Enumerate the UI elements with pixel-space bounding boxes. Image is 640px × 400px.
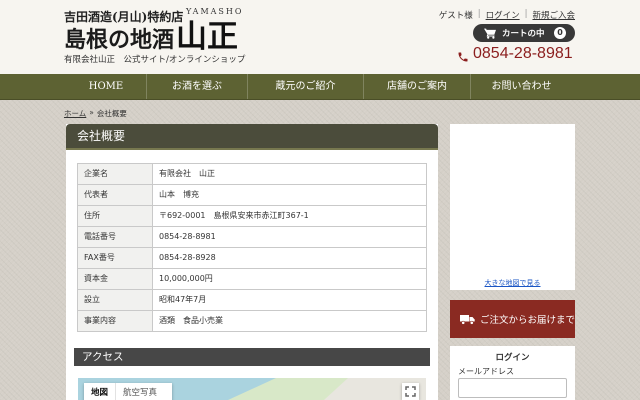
register-link[interactable]: 新規ご入会 (532, 9, 575, 21)
table-row: 事業内容 酒類 食品小売業 (78, 311, 426, 332)
table-label: 設立 (78, 290, 153, 310)
sidebar-map-widget: 大きな地図で見る (450, 124, 575, 290)
table-row: 設立 昭和47年7月 (78, 290, 426, 311)
login-panel: ログイン メールアドレス (450, 346, 575, 400)
nav-item-store-info[interactable]: 店舗のご案内 (363, 74, 470, 99)
cart-count-badge: 0 (554, 27, 566, 39)
login-link[interactable]: ログイン (486, 9, 520, 21)
nav-item-home[interactable]: HOME (66, 74, 146, 99)
site-title[interactable]: 島根の地酒 (64, 27, 174, 53)
table-row: 資本金 10,000,000円 (78, 269, 426, 290)
user-links: ゲスト様 | ログイン | 新規ご入会 (430, 9, 575, 21)
separator: | (524, 9, 528, 19)
table-row: 住所 〒692-0001 島根県安来市赤江町367-1 (78, 206, 426, 227)
table-label: 代表者 (78, 185, 153, 205)
map-tab-satellite[interactable]: 航空写真 (116, 383, 164, 400)
table-row: 電話番号 0854-28-8981 (78, 227, 426, 248)
email-label: メールアドレス (458, 367, 514, 376)
table-label: 電話番号 (78, 227, 153, 247)
separator: | (477, 9, 481, 19)
phone-icon (457, 48, 469, 62)
table-label: 住所 (78, 206, 153, 226)
nav-item-products[interactable]: お酒を選ぶ (146, 74, 247, 99)
cart-icon (484, 28, 496, 39)
site-header: 吉田酒造(月山)特約店 島根の地酒 YAMASHO 山正 有限会社山正 公式サイ… (0, 0, 640, 74)
map-tab-map[interactable]: 地図 (84, 383, 117, 400)
table-row: 企業名 有限会社 山正 (78, 164, 426, 185)
table-label: 企業名 (78, 164, 153, 184)
nav-list: HOME お酒を選ぶ 蔵元のご紹介 店舗のご案内 お問い合わせ (66, 74, 572, 99)
breadcrumb-current: 会社概要 (96, 109, 127, 118)
delivery-info-button[interactable]: ご注文からお届けまで (450, 300, 575, 338)
table-label: 資本金 (78, 269, 153, 289)
table-value: 0854-28-8928 (159, 253, 216, 262)
delivery-button-label: ご注文からお届けまで (480, 315, 576, 326)
guest-label: ゲスト様 (438, 11, 473, 21)
company-table: 企業名 有限会社 山正 代表者 山本 博充 住所 〒692-0001 島根県安来… (77, 163, 427, 332)
breadcrumb: ホーム » 会社概要 (64, 108, 127, 119)
breadcrumb-separator: » (89, 108, 94, 117)
table-value: 10,000,000円 (159, 274, 213, 283)
table-row: 代表者 山本 博充 (78, 185, 426, 206)
large-map-link[interactable]: 大きな地図で見る (450, 278, 575, 288)
table-value: 有限会社 山正 (159, 169, 215, 178)
table-value: 昭和47年7月 (159, 295, 207, 304)
main-nav: HOME お酒を選ぶ 蔵元のご紹介 店舗のご案内 お問い合わせ (0, 74, 640, 100)
nav-item-breweries[interactable]: 蔵元のご紹介 (247, 74, 363, 99)
table-label: FAX番号 (78, 248, 153, 268)
tagline: 吉田酒造(月山)特約店 (64, 10, 184, 24)
cart-label: カートの中 (502, 29, 545, 39)
table-value: 山本 博充 (159, 190, 199, 199)
breadcrumb-home[interactable]: ホーム (64, 108, 86, 119)
access-heading: アクセス (74, 348, 430, 366)
table-label: 事業内容 (78, 311, 153, 331)
table-value: 0854-28-8981 (159, 232, 216, 241)
fullscreen-icon[interactable] (402, 383, 419, 400)
phone-number[interactable]: 0854-28-8981 (473, 44, 573, 64)
logo[interactable]: 山正 (176, 18, 238, 56)
truck-icon (460, 314, 475, 325)
login-heading: ログイン (495, 353, 530, 363)
map-type-tabs: 地図 航空写真 (84, 383, 172, 400)
access-map[interactable]: 地図 航空写真 (78, 378, 426, 400)
table-row: FAX番号 0854-28-8928 (78, 248, 426, 269)
logo-roman-text: YAMASHO (186, 7, 244, 16)
email-field[interactable] (458, 378, 567, 398)
table-value: 酒類 食品小売業 (159, 316, 223, 325)
nav-item-contact[interactable]: お問い合わせ (470, 74, 572, 99)
page-title: 会社概要 (66, 124, 438, 150)
table-value: 〒692-0001 島根県安来市赤江町367-1 (159, 211, 309, 220)
main-content: 会社概要 企業名 有限会社 山正 代表者 山本 博充 住所 〒692-0001 … (66, 124, 438, 400)
cart-button[interactable]: カートの中 0 (473, 24, 575, 42)
site-subtitle: 有限会社山正 公式サイト/オンラインショップ (64, 55, 246, 65)
